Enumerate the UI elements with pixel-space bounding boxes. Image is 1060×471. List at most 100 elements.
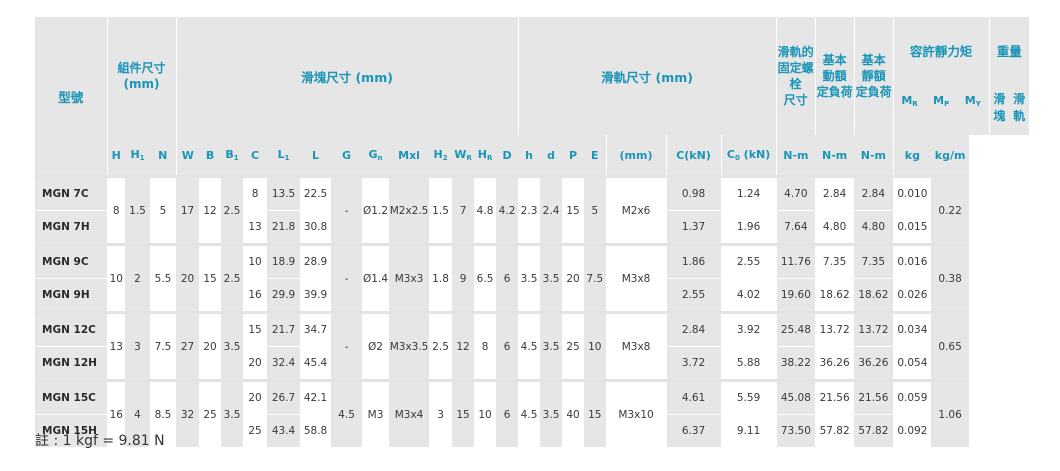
cell-b1: 2.5 [221,243,244,313]
cell-model: MGN 9H [35,278,107,313]
cell-g: - [331,175,363,245]
cell-d: 2.4 [540,175,563,245]
cell-d: 6 [496,243,519,313]
cell-mr: 45.08 [775,379,816,415]
cell-l: 42.1 [300,379,332,415]
column-symbol: H1 [125,135,150,177]
cell-l1: 43.4 [267,414,301,447]
cell-mp: 36.26 [815,346,855,381]
cell-h2: 3 [429,379,453,447]
cell-l1: 13.5 [267,175,301,211]
cell-e: 15 [584,379,607,447]
cell-dyn: 0.98 [665,175,722,211]
cell-c: 25 [243,414,268,447]
column-symbol: N-m [815,135,855,177]
cell-wr: 15 [452,379,475,447]
cell-model: MGN 15C [35,379,107,415]
table-body: MGN 7C 8 1.5 5 17 12 2.5 8 13.5 22.5- Ø1.2 M2x2.5 1.… [35,175,1029,447]
cell-g: 4.5 [331,379,363,447]
cell-h: 8 [106,175,125,245]
cell-mxl: M2x2.5 [389,175,430,245]
cell-h1: 3 [125,311,150,381]
cell-mr: 7.64 [775,210,816,245]
column-symbol: N-m [854,135,894,177]
cell-p: 40 [562,379,585,447]
cell-l: 34.7 [300,311,332,347]
cell-d: 3.5 [540,379,563,447]
mr-label: MR [901,94,918,108]
cell-my: 13.72 [854,311,894,347]
my-label: MY [964,94,981,108]
cell-mr: 4.70 [775,175,816,211]
column-symbol: C [243,135,268,177]
column-symbol: W [175,135,200,177]
cell-mp: 4.80 [815,210,855,245]
cell-model: MGN 7H [35,210,107,245]
cell-h1: 1.5 [125,175,150,245]
cell-d: 6 [496,311,519,381]
cell-d: 3.5 [540,243,563,313]
cell-stat: 9.11 [720,414,777,447]
cell-l: 22.5 [300,175,332,211]
cell-h: 10 [106,243,125,313]
column-symbol: B [199,135,222,177]
cell-hr: 8 [474,311,497,381]
cell-my: 2.84 [854,175,894,211]
cell-dyn: 4.61 [665,379,722,415]
cell-p: 25 [562,311,585,381]
cell-bolt: M2x6 [605,175,667,245]
cell-stat: 2.55 [720,243,777,279]
cell-mp: 21.56 [815,379,855,415]
column-symbol: h [518,135,541,177]
cell-gn: Ø1.2 [362,175,390,245]
cell-mr: 38.22 [775,346,816,381]
cell-dyn: 3.72 [665,346,722,381]
cell-h: 3.5 [518,243,541,313]
cell-w: 17 [176,175,200,245]
column-symbol: E [584,135,607,177]
column-symbol: (mm) [605,135,667,177]
cell-h2: 1.5 [429,175,453,245]
cell-h: 2.3 [518,175,541,245]
mp-label: MP [933,94,950,108]
cell-mp: 57.82 [815,414,855,447]
weight-header: 重量 滑塊 滑軌 [988,17,1029,135]
cell-l: 28.9 [300,243,332,279]
bolt-header: 滑軌的 固定螺栓 尺寸 [775,17,816,135]
cell-my: 57.82 [854,414,894,447]
column-symbol: d [540,135,563,177]
block-header: 滑塊尺寸 (mm) [175,17,519,135]
cell-wr: 0.65 [931,311,970,381]
cell-w: 20 [176,243,200,313]
cell-b: 25 [199,379,222,447]
cell-wr: 1.06 [931,379,970,447]
cell-b1: 2.5 [221,175,244,245]
cell-mr: 11.76 [775,243,816,279]
cell-c: 13 [243,210,268,245]
cell-stat: 5.88 [720,346,777,381]
cell-d: 3.5 [540,311,563,381]
cell-stat: 1.96 [720,210,777,245]
cell-mp: 2.84 [815,175,855,211]
cell-mr: 19.60 [775,278,816,313]
cell-w: 32 [176,379,200,447]
cell-c: 8 [243,175,268,211]
cell-wb: 0.010 [892,175,932,211]
cell-stat: 4.02 [720,278,777,313]
table-row: MGN 7C 8 1.5 5 17 12 2.5 8 13.5 22.5- Ø1.2 M2x2.5 1.… [35,175,1029,245]
cell-gn: Ø1.4 [362,243,390,313]
cell-c: 20 [243,379,268,415]
assembly-header: 組件尺寸 (mm) [106,17,177,135]
column-symbol: Gn [362,135,390,177]
cell-n: 5 [150,175,177,245]
block-weight-label: 滑塊 [993,92,1006,123]
cell-h: 13 [106,311,125,381]
cell-c: 20 [243,346,268,381]
column-symbol: C(kN) [665,135,722,177]
dynamic-load-header: 基本 動額 定負荷 [814,17,855,135]
cell-mxl: M3x4 [389,379,430,447]
column-symbol: L1 [267,135,301,177]
cell-bolt: M3x8 [605,311,667,381]
cell-mxl: M3x3.5 [389,311,430,381]
cell-gn: M3 [362,379,390,447]
